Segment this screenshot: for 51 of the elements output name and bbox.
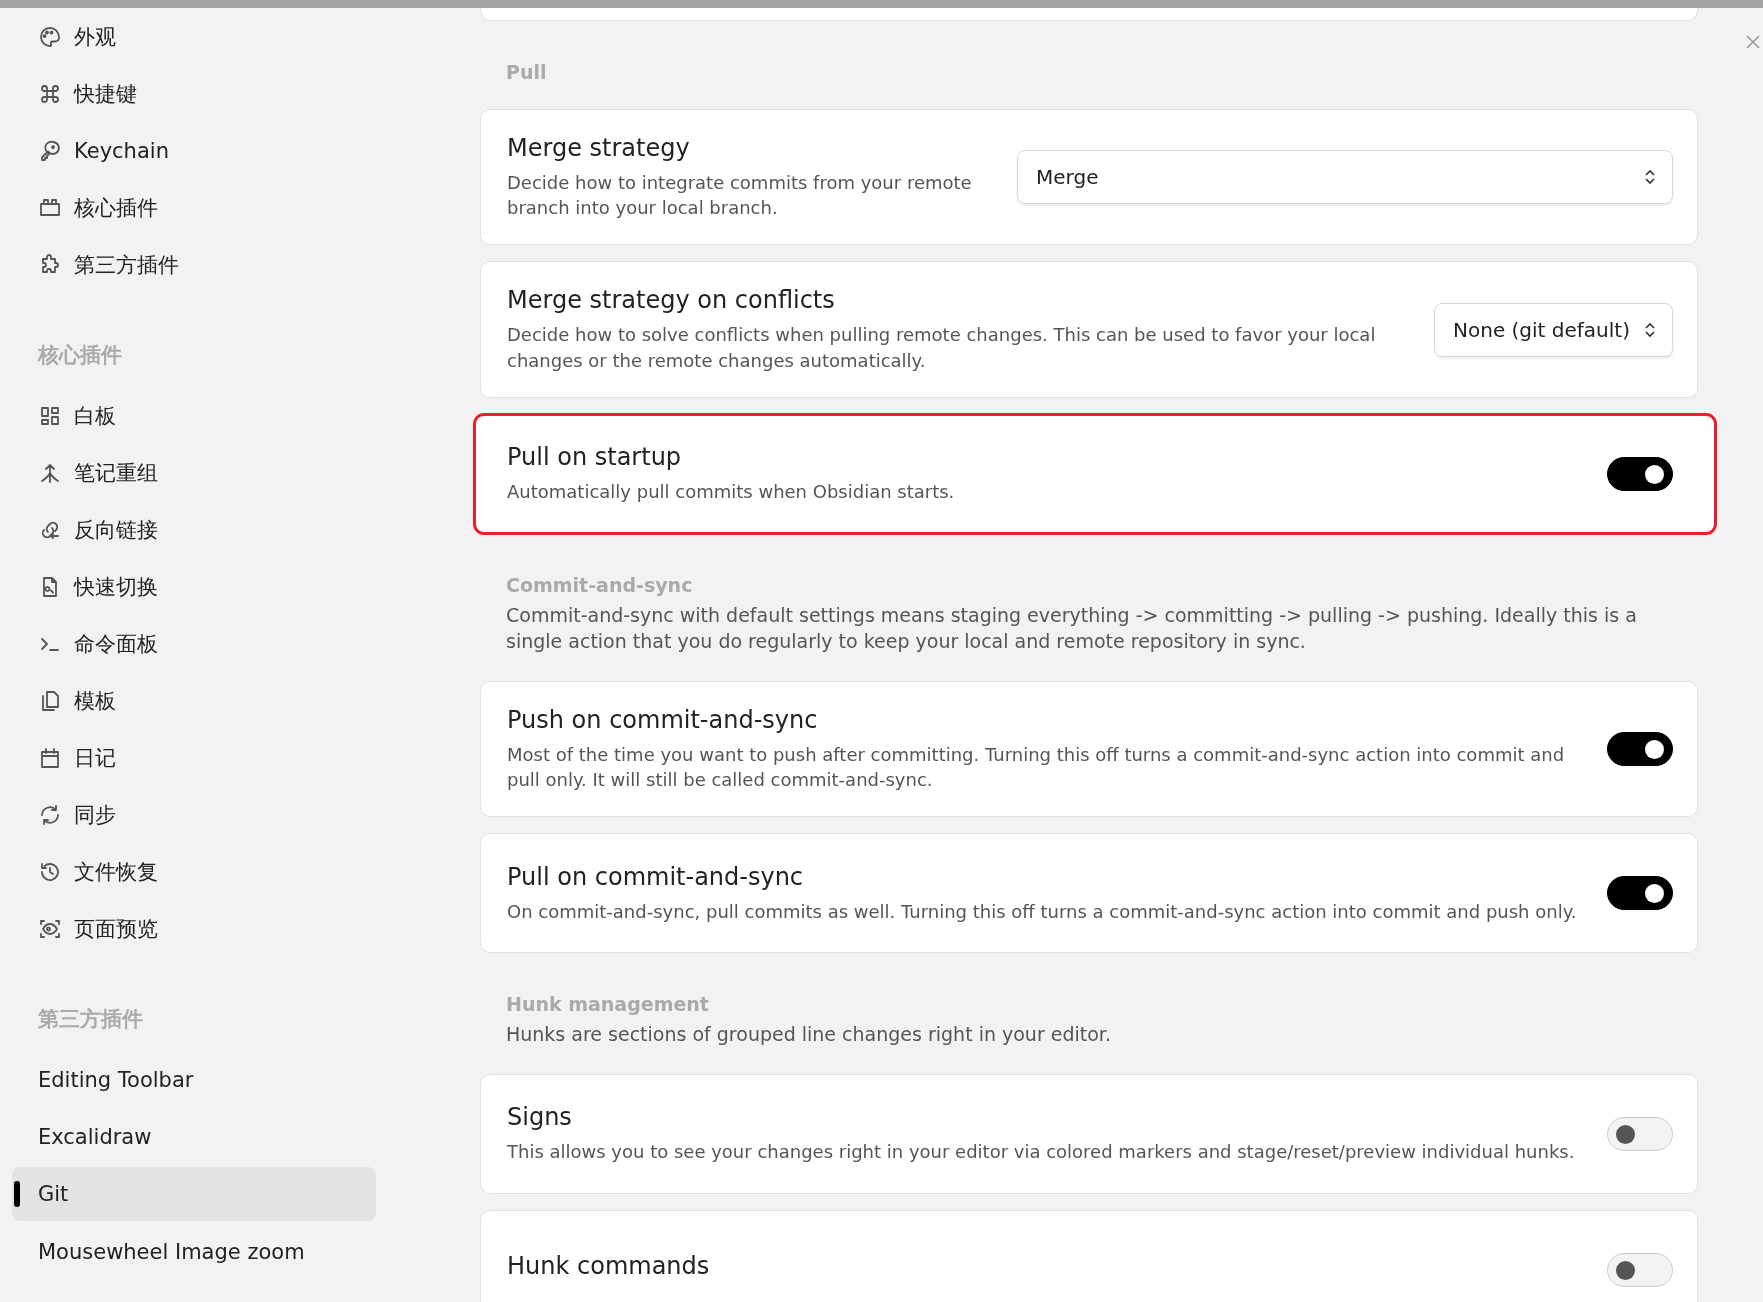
toggle-switch[interactable] (1607, 732, 1673, 767)
section-heading: Commit-and-sync (506, 573, 694, 596)
setting-description: This allows you to see your changes right in your editor via colored markers and stage/reset/preview individual hunks. (507, 1140, 1576, 1165)
section-description: Hunks are sections of grouped line changes right in your editor. (506, 1022, 1112, 1048)
setting-description: Decide how to integrate commits from your remote branch into your local branch. (507, 171, 973, 221)
toggle-switch[interactable] (1607, 876, 1673, 911)
palette-icon (38, 24, 62, 49)
sidebar-item[interactable]: 模板 (12, 672, 376, 729)
sidebar-item[interactable]: 快速切换 (12, 558, 376, 615)
chevron-icon (1644, 168, 1656, 187)
sidebar-item[interactable]: 外观 (12, 8, 376, 65)
section-heading: Hunk management (506, 993, 710, 1016)
dropdown[interactable]: None (git default) (1434, 302, 1673, 357)
sidebar-item[interactable]: 日记 (12, 729, 376, 786)
sidebar-item[interactable]: 文件恢复 (12, 843, 376, 900)
setting-name: Merge strategy on conflicts (507, 286, 836, 315)
setting-description: Decide how to solve conflicts when pulling remote changes. This can be used to favor your local changes or the remote changes automatically. (507, 323, 1377, 373)
section-heading: Pull (506, 61, 548, 83)
setting-name: Push on commit-and-sync (507, 705, 819, 734)
setting-name: Hunk commands (507, 1251, 711, 1280)
sidebar-item[interactable]: 核心插件 (12, 179, 376, 236)
section-description: Commit-and-sync with default settings means staging everything -> committing -> pulling -> pushing. Ideally this is a single action that you do regularly to keep your local and remote repository in sync. (506, 602, 1638, 655)
setting-name: Signs (507, 1103, 573, 1132)
sidebar-item[interactable]: Excalidraw (12, 1108, 376, 1165)
setting-description: Automatically pull commits when Obsidian starts. (507, 480, 956, 505)
dropdown[interactable]: Merge (1017, 150, 1673, 205)
sidebar-item[interactable]: 第三方插件 (12, 236, 376, 293)
setting-description: Most of the time you want to push after committing. Turning this off turns a commit-and-sync action into commit and pull only. It will still be called commit-and-sync. (507, 742, 1566, 793)
section-heading: 第三方插件 (37, 1006, 144, 1033)
key-icon (38, 138, 62, 163)
toggle-switch[interactable] (1607, 456, 1673, 491)
setting-name: Pull on startup (507, 443, 683, 472)
section-heading: 核心插件 (36, 342, 123, 369)
sidebar-item[interactable]: Keychain (12, 122, 376, 179)
sidebar-item[interactable]: 页面预览 (12, 900, 376, 957)
sidebar-item[interactable]: 命令面板 (12, 615, 376, 672)
sidebar-item[interactable]: 白板 (12, 387, 376, 444)
chevron-icon (1644, 320, 1656, 339)
sidebar-item[interactable]: Git (12, 1167, 376, 1221)
sidebar-item[interactable]: 快捷键 (12, 65, 376, 122)
sidebar-item[interactable]: Mousewheel Image zoom (12, 1223, 376, 1280)
calendar-icon (38, 745, 62, 770)
sidebar-item[interactable]: 同步 (12, 786, 376, 843)
setting-description: On commit-and-sync, pull commits as well. Turning this off turns a commit-and-sync action into commit and push only. (507, 899, 1577, 924)
setting-name: Pull on commit-and-sync (507, 862, 805, 891)
sidebar-item[interactable]: Editing Toolbar (12, 1051, 376, 1108)
close-icon[interactable] (1745, 34, 1761, 50)
sync-icon (38, 802, 62, 827)
sidebar-item[interactable]: 反向链接 (12, 501, 376, 558)
sidebar-item[interactable]: 笔记重组 (12, 444, 376, 501)
setting-name: Merge strategy (507, 134, 691, 162)
